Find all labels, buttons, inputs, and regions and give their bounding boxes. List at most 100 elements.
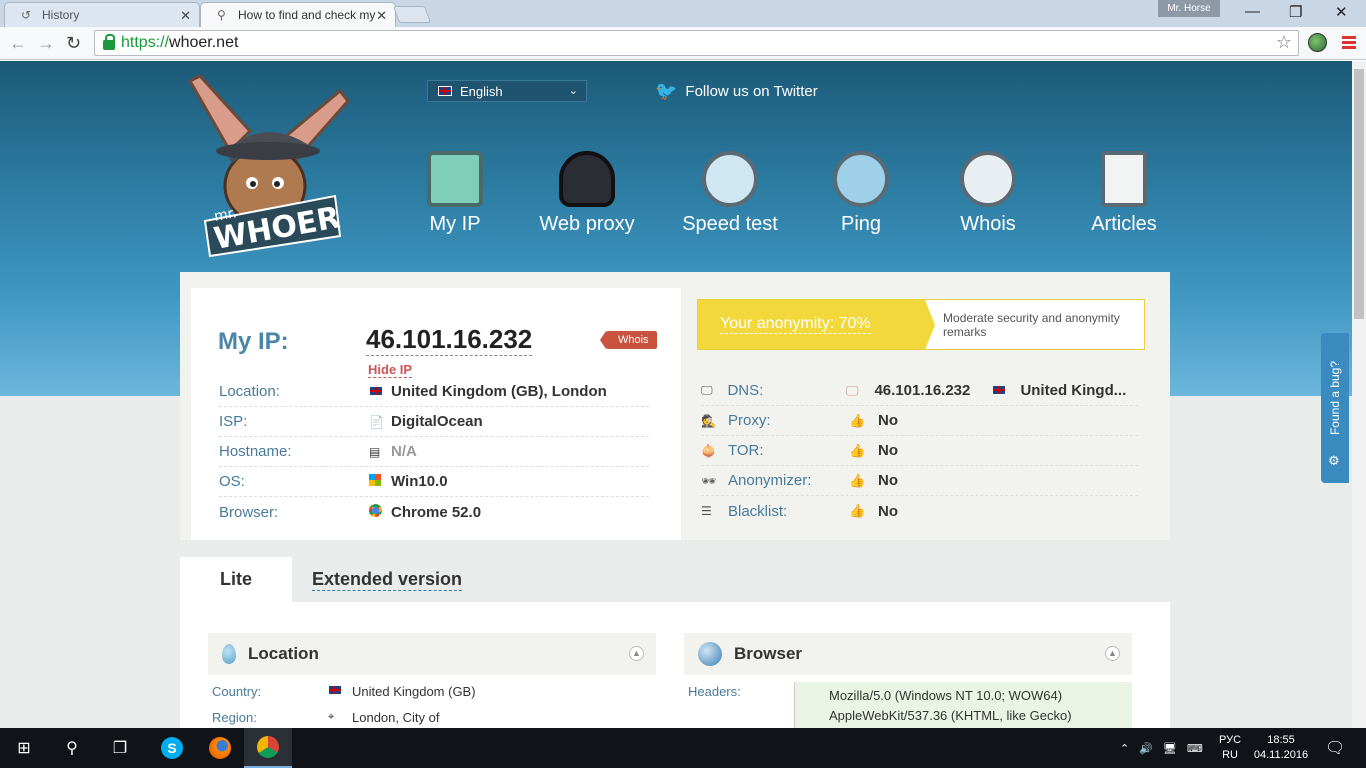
search-icon: ⚲ [217, 8, 226, 22]
forward-icon[interactable]: → [37, 33, 55, 54]
check-row-anonymizer: 🕶 Anonymizer: 👍 No [701, 466, 1138, 496]
url-host: whoer.net [169, 34, 239, 51]
found-bug-tab[interactable]: Found a bug? ⚙ [1321, 333, 1349, 483]
detail-key: ISP: [219, 413, 248, 430]
location-key: Country: [212, 684, 262, 699]
speedometer-icon [702, 151, 758, 207]
language-indicator[interactable]: РУС RU [1219, 728, 1241, 768]
history-icon: ↺ [21, 8, 32, 22]
anonymity-score[interactable]: Your anonymity: 70% [698, 300, 936, 350]
thumbs-up-icon: 👍 [849, 442, 866, 458]
tab-lite[interactable]: Lite [180, 557, 292, 602]
page-viewport: mr. WHOER English ⌄ 🐦 Follow us on Twitt… [0, 61, 1352, 728]
detail-key: Location: [219, 383, 280, 400]
detail-key: Hostname: [219, 443, 292, 460]
chrome-taskbar-icon[interactable] [244, 728, 292, 768]
close-icon[interactable]: ✕ [180, 8, 191, 24]
tab-title: History [42, 8, 80, 22]
detail-value: Win10.0 [391, 473, 448, 490]
tray-chevron-icon[interactable]: ⌃ [1120, 742, 1129, 755]
tab-history[interactable]: ↺ History ✕ [4, 2, 200, 27]
start-windows-icon[interactable]: ⊞ [0, 728, 48, 768]
page-scrollbar[interactable] [1352, 61, 1366, 728]
details-panels: Location ▲ Browser ▲ Country: United Kin… [180, 602, 1170, 728]
nav-label: Whois [960, 213, 1016, 235]
check-row-dns: 🖵 DNS: 🖵 46.101.16.232 United Kingd... [701, 376, 1138, 406]
lang-top: РУС [1219, 734, 1242, 746]
compass-icon: ⌖ [328, 711, 335, 723]
nav-label: Articles [1091, 213, 1157, 235]
nav-speed-test[interactable]: Speed test [670, 151, 790, 236]
volume-icon[interactable]: 🔊 [1139, 742, 1153, 755]
browser-row-headers: Headers: [688, 684, 804, 699]
taskbar-search-icon[interactable]: ⚲ [48, 728, 96, 768]
new-tab-button[interactable] [392, 6, 432, 23]
address-bar[interactable]: https:// whoer.net ☆ [94, 30, 1299, 56]
keyboard-icon[interactable]: ⌨ [1187, 742, 1203, 755]
check-key: Proxy: [728, 412, 771, 429]
browser-panel-header[interactable]: Browser ▲ [684, 633, 1132, 675]
language-select[interactable]: English ⌄ [427, 80, 587, 102]
notifications-icon[interactable]: 🗨 [1325, 728, 1345, 768]
tab-extended-label: Extended version [312, 568, 463, 591]
extension-globe-icon[interactable] [1308, 33, 1327, 52]
document-icon [1101, 151, 1147, 207]
minimize-icon[interactable]: — [1245, 3, 1260, 20]
profile-button[interactable]: Mr. Horse [1158, 0, 1220, 17]
collapse-icon[interactable]: ▲ [1105, 646, 1120, 661]
network-icon[interactable]: 🖥 [1163, 742, 1177, 755]
my-ip-label: My IP: [218, 328, 289, 355]
radar-icon [833, 151, 889, 207]
glasses-icon: 🕶 [701, 473, 717, 488]
tab-title: How to find and check my [238, 8, 376, 22]
system-tray: ⌃ 🔊 🖥 ⌨ [1120, 728, 1213, 768]
isp-icon: 📄 [369, 414, 384, 429]
nav-web-proxy[interactable]: Web proxy [527, 151, 647, 236]
window-close-icon[interactable]: ✕ [1335, 3, 1348, 21]
bookmark-star-icon[interactable]: ☆ [1276, 32, 1292, 53]
close-icon[interactable]: ✕ [376, 8, 387, 24]
detail-row-browser: Browser: Chrome 52.0 [219, 497, 649, 527]
check-value: No [878, 442, 898, 459]
firefox-icon[interactable] [196, 728, 244, 768]
check-row-blacklist: ☰ Blacklist: 👍 No [701, 496, 1138, 526]
check-key: Blacklist: [728, 502, 788, 520]
tab-whoer[interactable]: ⚲ How to find and check my ✕ [200, 2, 396, 27]
twitter-label: Follow us on Twitter [685, 83, 818, 100]
mr-whoer-logo[interactable]: mr. WHOER [180, 71, 350, 261]
ip-address[interactable]: 46.101.16.232 [366, 324, 533, 356]
collapse-icon[interactable]: ▲ [629, 646, 644, 661]
windows-icon [369, 474, 391, 489]
uk-flag-icon [438, 86, 452, 96]
browser-panel-title: Browser [734, 644, 803, 663]
url-scheme: https:// [121, 34, 170, 51]
scrollbar-thumb[interactable] [1354, 69, 1364, 319]
headers-line: Mozilla/5.0 (Windows NT 10.0; WOW64) [829, 688, 1063, 703]
monitor-icon: 🖵 [846, 382, 859, 398]
tab-extended[interactable]: Extended version [312, 557, 463, 602]
clock[interactable]: 18:55 04.11.2016 [1253, 728, 1309, 768]
detail-value: N/A [391, 443, 417, 460]
task-view-icon[interactable]: ❐ [96, 728, 144, 768]
spy-icon: 🕵 [701, 413, 716, 428]
house-icon [427, 151, 483, 207]
check-row-tor: 🧅 TOR: 👍 No [701, 436, 1138, 466]
reload-icon[interactable]: ↻ [66, 33, 81, 54]
detail-value: United Kingdom (GB), London [391, 383, 607, 400]
whois-button[interactable]: Whois [600, 331, 657, 349]
back-icon[interactable]: ← [9, 33, 27, 54]
nav-my-ip[interactable]: My IP [395, 151, 515, 236]
twitter-link[interactable]: 🐦 Follow us on Twitter [655, 81, 818, 102]
hide-ip-link[interactable]: Hide IP [368, 362, 413, 378]
thumbs-up-icon: 👍 [849, 503, 866, 518]
detail-key: OS: [219, 473, 245, 490]
restore-icon[interactable]: ❐ [1289, 3, 1302, 21]
nav-whois[interactable]: Whois [928, 151, 1048, 236]
location-row-country: Country: United Kingdom (GB) [212, 684, 476, 699]
location-panel-header[interactable]: Location ▲ [208, 633, 656, 675]
nav-articles[interactable]: Articles [1064, 151, 1184, 236]
check-value: No [878, 472, 898, 489]
skype-icon[interactable]: S [148, 728, 196, 768]
browser-menu-icon[interactable] [1342, 36, 1356, 51]
nav-ping[interactable]: Ping [801, 151, 921, 236]
